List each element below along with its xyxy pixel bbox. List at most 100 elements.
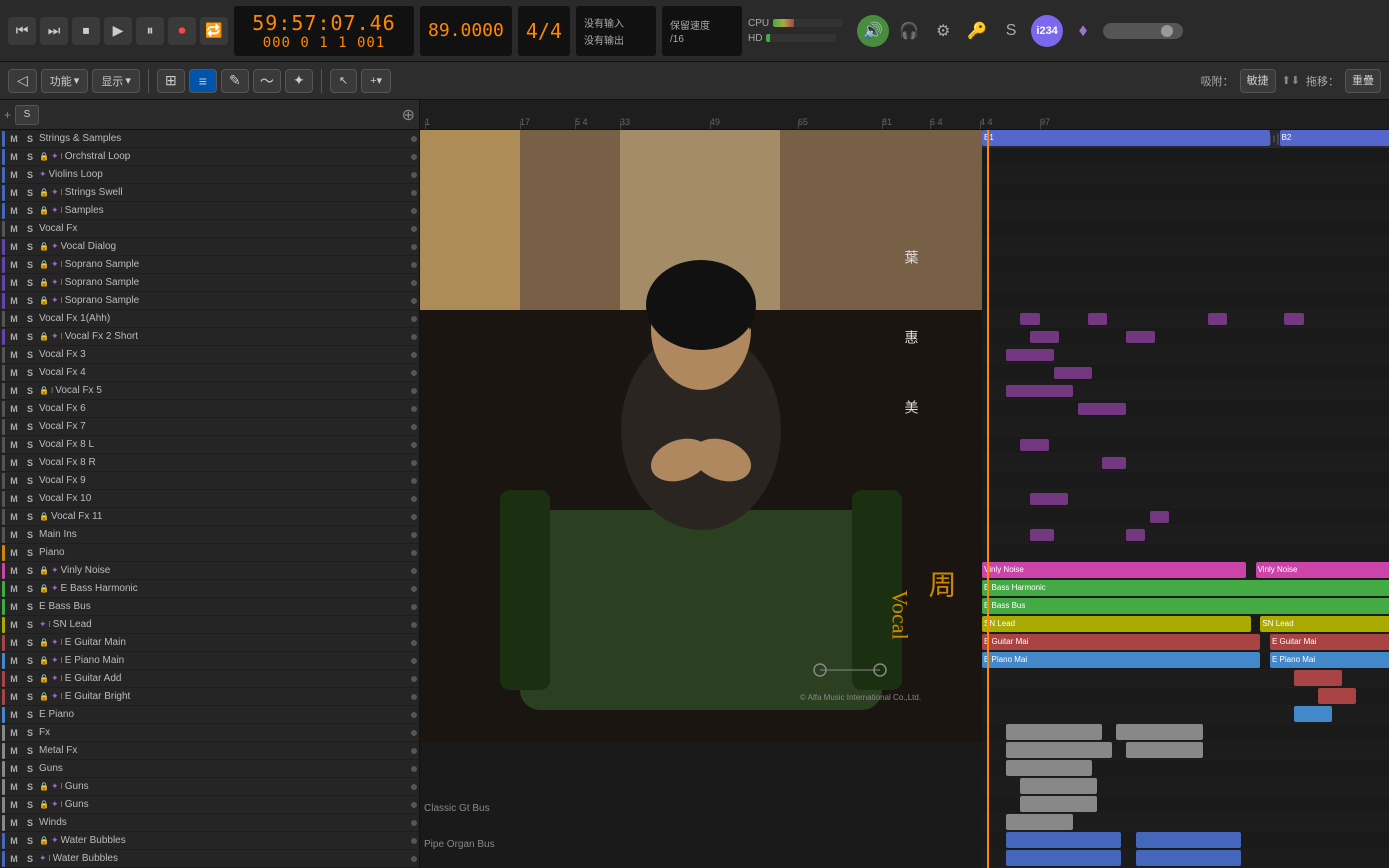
right-clip[interactable]	[1136, 850, 1242, 866]
expand-all-btn[interactable]: +	[4, 108, 11, 122]
track-solo-btn[interactable]: S	[23, 564, 37, 578]
play-button[interactable]: ▶	[104, 17, 132, 45]
track-solo-btn[interactable]: S	[23, 618, 37, 632]
timeline-content[interactable]: 葉 惠 美 周 Vocal © Alfa Music International…	[420, 130, 1389, 868]
track-row[interactable]: MSVocal Fx 9	[0, 472, 419, 490]
drag-value[interactable]: 重疊	[1345, 69, 1381, 93]
track-mute-btn[interactable]: M	[7, 510, 21, 524]
track-mute-btn[interactable]: M	[7, 240, 21, 254]
master-volume-slider[interactable]	[1103, 23, 1183, 39]
track-mute-btn[interactable]: M	[7, 366, 21, 380]
track-row[interactable]: MS🔒✦Water Bubbles	[0, 832, 419, 850]
track-solo-btn[interactable]: S	[23, 852, 37, 866]
track-solo-btn[interactable]: S	[23, 654, 37, 668]
midi-clip[interactable]	[1030, 493, 1068, 505]
track-solo-btn[interactable]: S	[23, 168, 37, 182]
track-mute-btn[interactable]: M	[7, 456, 21, 470]
track-solo-btn[interactable]: S	[23, 132, 37, 146]
track-mute-btn[interactable]: M	[7, 258, 21, 272]
midi-clip[interactable]	[1150, 511, 1169, 523]
record-button[interactable]: ⏺	[168, 17, 196, 45]
special-view-btn[interactable]: ✦	[285, 69, 313, 93]
track-row[interactable]: MS✦Violins Loop	[0, 166, 419, 184]
track-solo-btn[interactable]: S	[23, 546, 37, 560]
track-mute-btn[interactable]: M	[7, 384, 21, 398]
track-mute-btn[interactable]: M	[7, 312, 21, 326]
midi-clip[interactable]	[1126, 529, 1145, 541]
track-mute-btn[interactable]: M	[7, 816, 21, 830]
track-row[interactable]: MS🔒✦ISoprano Sample	[0, 274, 419, 292]
track-row[interactable]: MS🔒✦ISoprano Sample	[0, 292, 419, 310]
clip-block[interactable]: E Guitar Mai	[982, 634, 1260, 650]
midi-clip[interactable]	[1054, 367, 1092, 379]
track-mute-btn[interactable]: M	[7, 744, 21, 758]
cursor-btn[interactable]: ↖	[330, 69, 357, 93]
right-clip[interactable]	[1318, 688, 1356, 704]
track-solo-btn[interactable]: S	[23, 690, 37, 704]
track-row[interactable]: MSVocal Fx 8 R	[0, 454, 419, 472]
track-row[interactable]: MSVocal Fx 1(Ahh)	[0, 310, 419, 328]
midi-clip[interactable]	[1284, 313, 1303, 325]
track-row[interactable]: MS🔒IVocal Fx 5	[0, 382, 419, 400]
track-row[interactable]: MSE Piano	[0, 706, 419, 724]
right-clip[interactable]	[1342, 634, 1389, 650]
track-solo-btn[interactable]: S	[23, 276, 37, 290]
track-row[interactable]: MSVocal Fx 4	[0, 364, 419, 382]
track-mute-btn[interactable]: M	[7, 330, 21, 344]
track-solo-btn[interactable]: S	[23, 762, 37, 776]
volume-button[interactable]: 🔊	[857, 15, 889, 47]
track-row[interactable]: MS🔒✦IE Guitar Main	[0, 634, 419, 652]
track-solo-btn[interactable]: S	[23, 240, 37, 254]
track-mute-btn[interactable]: M	[7, 582, 21, 596]
track-solo-btn[interactable]: S	[23, 150, 37, 164]
track-mute-btn[interactable]: M	[7, 528, 21, 542]
track-mute-btn[interactable]: M	[7, 222, 21, 236]
right-clip[interactable]	[1020, 778, 1097, 794]
track-row[interactable]: MS🔒✦E Bass Harmonic	[0, 580, 419, 598]
track-solo-btn[interactable]: S	[23, 384, 37, 398]
track-mute-btn[interactable]: M	[7, 690, 21, 704]
clip-block[interactable]: E Bass Harmonic	[982, 580, 1389, 596]
s-button[interactable]: S	[997, 17, 1025, 45]
track-solo-btn[interactable]: S	[23, 582, 37, 596]
fast-forward-button[interactable]: ⏭	[40, 17, 68, 45]
rewind-button[interactable]: ⏮	[8, 17, 36, 45]
track-mute-btn[interactable]: M	[7, 402, 21, 416]
track-row[interactable]: MS🔒✦IE Piano Main	[0, 652, 419, 670]
loop-button[interactable]: 🔁	[200, 17, 228, 45]
midi-clip[interactable]	[1208, 313, 1227, 325]
track-solo-btn[interactable]: S	[23, 258, 37, 272]
track-mute-btn[interactable]: M	[7, 564, 21, 578]
track-solo-btn[interactable]: S	[23, 744, 37, 758]
midi-clip[interactable]	[1126, 331, 1155, 343]
track-row[interactable]: MS🔒✦IE Guitar Add	[0, 670, 419, 688]
track-mute-btn[interactable]: M	[7, 762, 21, 776]
track-solo-btn[interactable]: S	[23, 312, 37, 326]
pause-button[interactable]: ⏸	[136, 17, 164, 45]
track-row[interactable]: MSVocal Fx 6	[0, 400, 419, 418]
track-mute-btn[interactable]: M	[7, 132, 21, 146]
grid-view-btn[interactable]: ⊞	[157, 69, 185, 93]
track-row[interactable]: MS✦ISN Lead	[0, 616, 419, 634]
track-solo-btn[interactable]: S	[23, 366, 37, 380]
key-button[interactable]: 🔑	[963, 17, 991, 45]
right-clip[interactable]	[1342, 616, 1389, 632]
track-row[interactable]: MS🔒✦IOrchstral Loop	[0, 148, 419, 166]
track-mute-btn[interactable]: M	[7, 672, 21, 686]
track-mute-btn[interactable]: M	[7, 348, 21, 362]
track-solo-btn[interactable]: S	[23, 492, 37, 506]
track-row[interactable]: MSGuns	[0, 760, 419, 778]
track-mute-btn[interactable]: M	[7, 654, 21, 668]
midi-clip[interactable]	[1088, 313, 1107, 325]
clip-block[interactable]: E Piano Mai	[982, 652, 1260, 668]
bpm-display[interactable]: 89.0000	[420, 6, 512, 56]
right-clip[interactable]	[1116, 724, 1202, 740]
track-mute-btn[interactable]: M	[7, 204, 21, 218]
track-row[interactable]: MS🔒✦IGuns	[0, 796, 419, 814]
clip-block[interactable]: B2	[1280, 130, 1389, 146]
right-clip[interactable]	[1006, 814, 1073, 830]
right-clip[interactable]	[1294, 670, 1342, 686]
list-view-btn[interactable]: ≡	[189, 69, 217, 93]
midi-clip[interactable]	[1006, 385, 1073, 397]
right-clip[interactable]	[1126, 742, 1203, 758]
